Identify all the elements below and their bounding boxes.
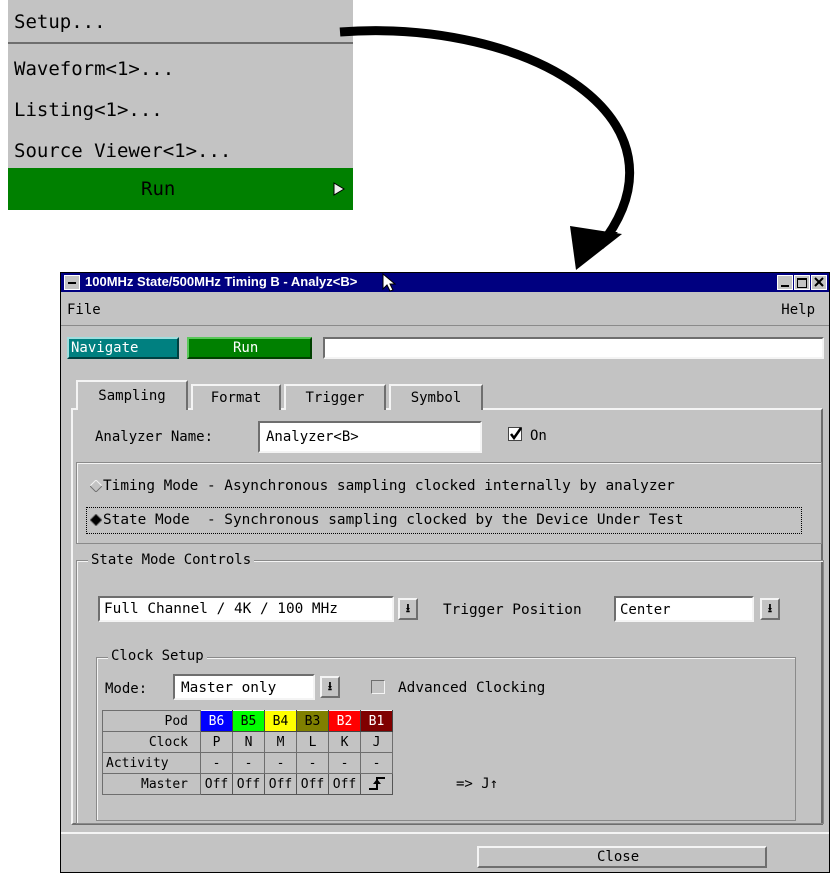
radio-unselected-icon <box>90 480 102 492</box>
clock-cell: M <box>264 731 297 753</box>
radio-selected-icon <box>90 514 102 526</box>
pod-b1[interactable]: B1 <box>360 710 393 732</box>
on-label: On <box>530 428 547 444</box>
maximize-button[interactable] <box>794 275 810 290</box>
title-bar[interactable]: 100MHz State/500MHz Timing B - Analyz<B> <box>61 273 829 292</box>
window-title-suffix: <B> <box>332 274 358 289</box>
clock-setup-label: Clock Setup <box>108 648 207 664</box>
clock-row: Clock P N M L K J <box>102 731 393 753</box>
clock-mode-select[interactable]: Master only <box>173 674 315 700</box>
analyzer-name-value: Analyzer<B> <box>266 429 359 445</box>
run-button-label: Run <box>233 340 259 356</box>
acquisition-mode-dropdown-button[interactable]: ⭳ <box>398 598 418 620</box>
clock-mode-value: Master only <box>181 680 277 696</box>
activity-cell: - <box>264 752 297 774</box>
clock-mode-dropdown-button[interactable]: ⭳ <box>320 676 340 698</box>
close-button[interactable]: Close <box>477 846 767 868</box>
activity-cell: - <box>200 752 233 774</box>
tab-trigger[interactable]: Trigger <box>284 384 386 410</box>
pod-row-label: Pod <box>102 710 201 732</box>
clock-cell: P <box>200 731 233 753</box>
pod-b6[interactable]: B6 <box>200 710 233 732</box>
mode-label: Mode: <box>105 681 148 697</box>
state-mode-controls-label: State Mode Controls <box>88 552 255 568</box>
trigger-position-label: Trigger Position <box>443 602 582 618</box>
navigate-button[interactable]: Navigate <box>67 337 179 359</box>
close-button-label: Close <box>597 849 640 865</box>
activity-cell: - <box>328 752 361 774</box>
advanced-clocking-label: Advanced Clocking <box>398 680 546 696</box>
master-row: Master Off Off Off Off Off <box>102 773 393 795</box>
clock-cell: J <box>360 731 393 753</box>
master-off-button[interactable]: Off <box>200 773 233 795</box>
activity-cell: - <box>232 752 265 774</box>
tab-trigger-label: Trigger <box>305 390 365 406</box>
rising-edge-icon <box>368 777 385 790</box>
mouse-cursor-icon <box>382 273 397 292</box>
pod-b4[interactable]: B4 <box>264 710 297 732</box>
window-title: 100MHz State/500MHz Timing B - Analyz<B> <box>85 274 357 289</box>
master-edge-button[interactable] <box>360 773 393 795</box>
on-checkbox[interactable] <box>508 427 523 441</box>
dropdown-arrow-icon: ⭳ <box>405 600 411 615</box>
trigger-position-dropdown-button[interactable]: ⭳ <box>760 598 780 620</box>
navigate-label: Navigate <box>71 340 139 356</box>
menu-file[interactable]: File <box>67 302 101 318</box>
analyzer-name-label: Analyzer Name: <box>95 429 214 445</box>
menu-help[interactable]: Help <box>781 302 815 318</box>
tab-symbol[interactable]: Symbol <box>389 384 483 410</box>
close-icon <box>814 277 824 287</box>
master-off-button[interactable]: Off <box>328 773 361 795</box>
clock-row-label: Clock <box>102 731 201 753</box>
tab-sampling-label: Sampling <box>98 388 166 404</box>
pod-b5[interactable]: B5 <box>232 710 265 732</box>
state-mode-radio[interactable]: State Mode - Synchronous sampling clocke… <box>86 507 802 534</box>
status-field <box>323 337 824 359</box>
pod-table: Pod B6 B5 B4 B3 B2 B1 Clock P N M L K J … <box>102 710 393 795</box>
pod-row: Pod B6 B5 B4 B3 B2 B1 <box>102 710 393 732</box>
pod-b3[interactable]: B3 <box>296 710 329 732</box>
window-menu-button[interactable] <box>64 275 80 290</box>
analyzer-name-input[interactable]: Analyzer<B> <box>258 421 482 453</box>
tab-format-label: Format <box>210 390 262 406</box>
curved-arrow-icon <box>339 26 635 270</box>
master-off-button[interactable]: Off <box>232 773 265 795</box>
close-window-button[interactable] <box>811 275 827 290</box>
dropdown-arrow-icon: ⭳ <box>327 678 333 693</box>
activity-cell: - <box>296 752 329 774</box>
trigger-position-value: Center <box>620 602 671 618</box>
advanced-clocking-checkbox[interactable] <box>371 680 385 694</box>
master-result: => J↑ <box>456 776 499 792</box>
activity-row-label: Activity <box>102 752 201 774</box>
clock-cell: N <box>232 731 265 753</box>
window-title-text: 100MHz State/500MHz Timing B - Analyz <box>85 274 333 289</box>
acquisition-mode-value: Full Channel / 4K / 100 MHz <box>104 601 338 617</box>
acquisition-mode-select[interactable]: Full Channel / 4K / 100 MHz <box>98 596 394 622</box>
run-button[interactable]: Run <box>187 337 312 359</box>
timing-mode-radio[interactable]: Timing Mode - Asynchronous sampling cloc… <box>88 477 818 497</box>
activity-cell: - <box>360 752 393 774</box>
minimize-button[interactable] <box>777 275 793 290</box>
clock-cell: K <box>328 731 361 753</box>
master-off-button[interactable]: Off <box>264 773 297 795</box>
tab-symbol-label: Symbol <box>410 390 462 406</box>
state-mode-label: State Mode - Synchronous sampling clocke… <box>103 512 684 528</box>
activity-row: Activity - - - - - - <box>102 752 393 774</box>
tab-format[interactable]: Format <box>191 384 281 410</box>
clock-cell: L <box>296 731 329 753</box>
dropdown-arrow-icon: ⭳ <box>767 600 773 615</box>
checkmark-icon <box>510 427 523 441</box>
timing-mode-label: Timing Mode - Asynchronous sampling cloc… <box>103 478 675 494</box>
master-off-button[interactable]: Off <box>296 773 329 795</box>
menubar: File Help <box>61 292 829 326</box>
tab-sampling[interactable]: Sampling <box>76 380 188 410</box>
master-row-label: Master <box>102 773 201 795</box>
trigger-position-select[interactable]: Center <box>614 596 754 622</box>
pod-b2[interactable]: B2 <box>328 710 361 732</box>
